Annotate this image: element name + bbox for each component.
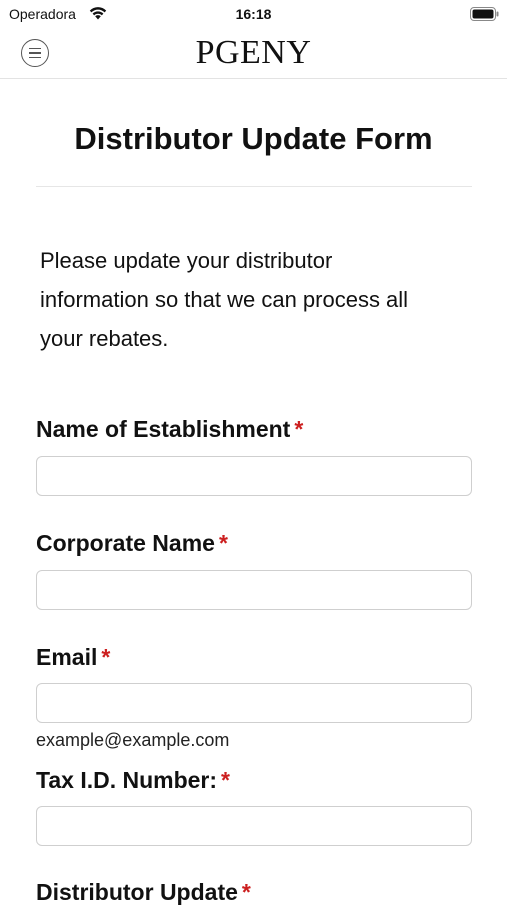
status-time: 16:18 bbox=[235, 6, 272, 22]
required-asterisk: * bbox=[221, 767, 230, 793]
page-title: Distributor Update Form bbox=[74, 121, 433, 156]
intro-line: your rebates. bbox=[40, 326, 169, 351]
email-label: Email * bbox=[36, 644, 110, 671]
tax-id-input[interactable] bbox=[36, 806, 472, 846]
distributor-update-label-text: Distributor Update bbox=[36, 879, 238, 905]
tax-id-label-text: Tax I.D. Number: bbox=[36, 767, 218, 793]
status-bar: Operadora 16:18 bbox=[0, 0, 507, 30]
required-asterisk: * bbox=[294, 416, 304, 442]
establishment-name-label-text: Name of Establishment bbox=[36, 416, 291, 442]
email-hint: example@example.com bbox=[36, 730, 230, 750]
brand-logo[interactable]: PGENY bbox=[0, 34, 507, 72]
battery-icon bbox=[470, 7, 499, 21]
distributor-update-label: Distributor Update * bbox=[36, 879, 251, 906]
establishment-name-input[interactable] bbox=[36, 456, 472, 496]
intro-text: Please update your distributor informati… bbox=[40, 241, 480, 358]
corporate-name-input[interactable] bbox=[36, 570, 472, 610]
title-divider bbox=[36, 186, 472, 187]
intro-line: information so that we can process all bbox=[40, 287, 409, 312]
intro-line: Please update your distributor bbox=[40, 248, 333, 273]
nav-bar: PGENY bbox=[0, 30, 507, 79]
establishment-name-label: Name of Establishment * bbox=[36, 416, 303, 443]
required-asterisk: * bbox=[218, 530, 228, 556]
corporate-name-label: Corporate Name * bbox=[36, 530, 228, 557]
required-asterisk: * bbox=[101, 644, 111, 670]
email-label-text: Email bbox=[36, 644, 98, 670]
corporate-name-label-text: Corporate Name bbox=[36, 530, 215, 556]
tax-id-label: Tax I.D. Number: * bbox=[36, 767, 230, 794]
required-asterisk: * bbox=[241, 879, 251, 905]
email-field[interactable] bbox=[36, 683, 472, 723]
